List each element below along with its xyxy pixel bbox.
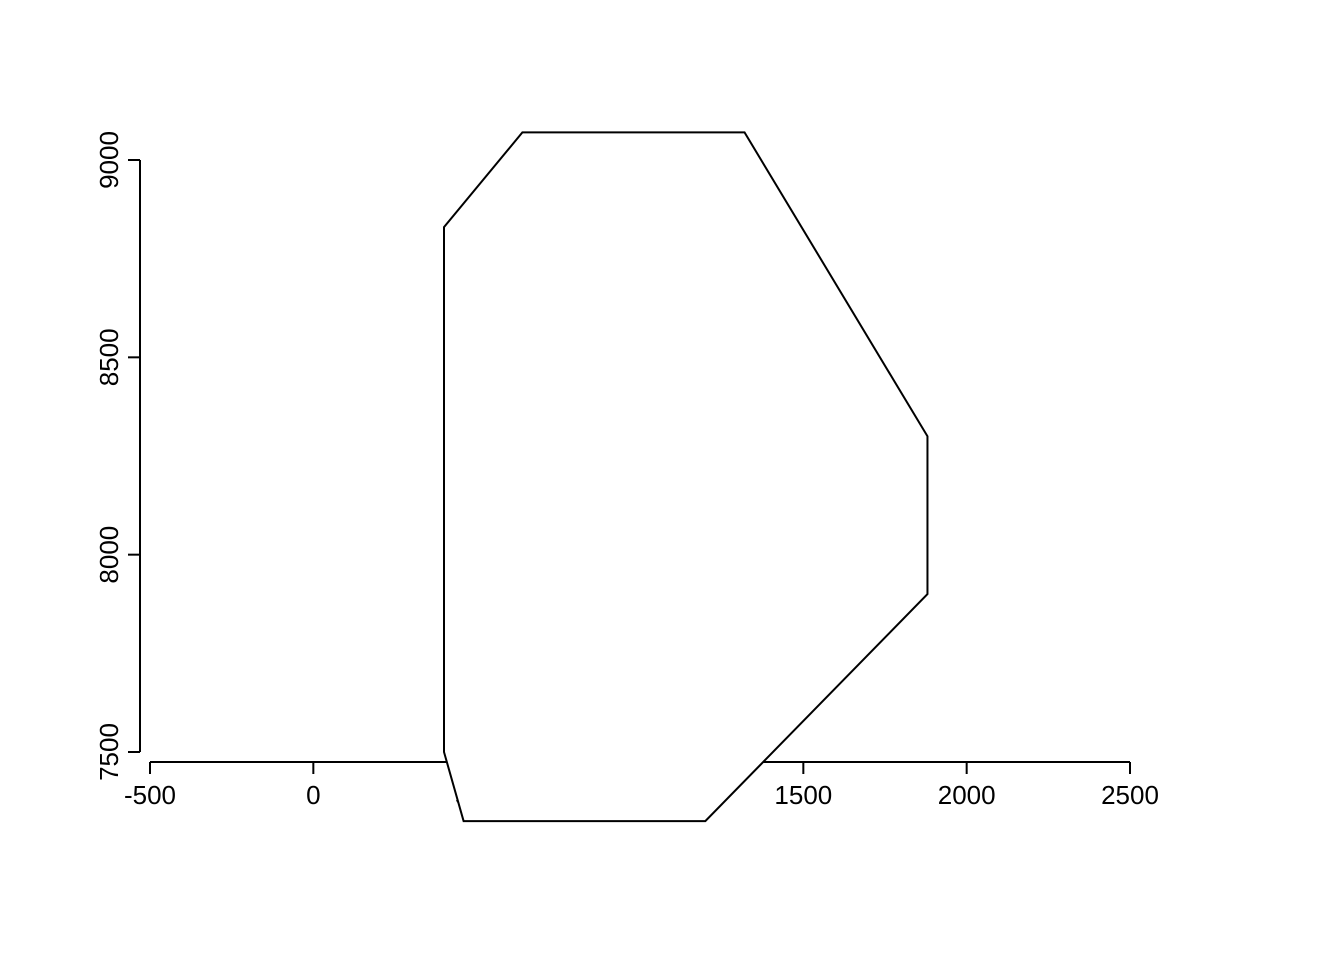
y-tick-label: 8500 — [94, 328, 124, 386]
x-tick-label: 2500 — [1101, 780, 1159, 810]
x-tick-label: 0 — [306, 780, 320, 810]
y-tick-label: 9000 — [94, 131, 124, 189]
y-tick-label: 8000 — [94, 526, 124, 584]
x-tick-label: -500 — [124, 780, 176, 810]
boundary-polygon — [444, 132, 927, 821]
x-tick-label: 2000 — [938, 780, 996, 810]
x-tick-label: 1500 — [774, 780, 832, 810]
plot-container: -500050010001500200025007500800085009000 — [0, 0, 1344, 960]
plot-svg: -500050010001500200025007500800085009000 — [0, 0, 1344, 960]
y-tick-label: 7500 — [94, 723, 124, 781]
